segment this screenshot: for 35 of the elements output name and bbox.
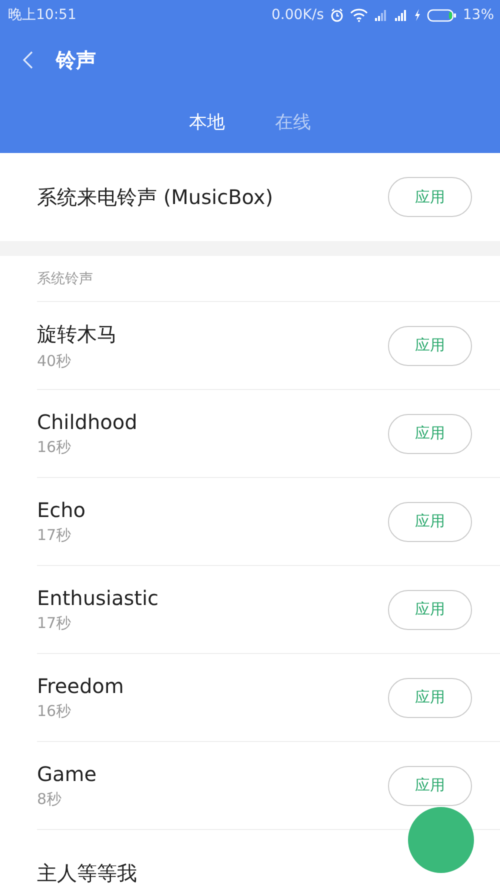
alarm-icon (330, 8, 344, 22)
ringtone-title: 旋转木马 (37, 320, 117, 348)
apply-button[interactable]: 应用 (388, 326, 472, 366)
ringtone-duration: 17秒 (37, 526, 72, 545)
ringtone-title: Enthusiastic (37, 586, 159, 610)
tab[interactable]: 本地 (189, 106, 225, 138)
signal-icon (374, 9, 388, 21)
apply-button[interactable]: 应用 (388, 766, 472, 806)
tab[interactable]: 在线 (275, 106, 311, 138)
ringtone-title: 主人等等我 (37, 860, 137, 887)
status-time: 晚上10:51 (8, 6, 76, 24)
ringtone-duration: 8秒 (37, 790, 63, 809)
apply-button[interactable]: 应用 (388, 177, 472, 217)
ringtone-duration: 16秒 (37, 702, 72, 721)
ringtone-duration: 16秒 (37, 438, 72, 457)
page-title: 铃声 (56, 46, 96, 74)
ringtone-title: Freedom (37, 674, 124, 698)
ringtone-duration: 17秒 (37, 614, 72, 633)
ringtone-title: Game (37, 762, 97, 786)
ringtone-duration: 40秒 (37, 352, 72, 370)
apply-button[interactable]: 应用 (388, 414, 472, 454)
ringtone-title: Childhood (37, 410, 138, 434)
signal-icon (394, 9, 408, 21)
charging-icon (414, 9, 421, 21)
ringtone-title: Echo (37, 498, 86, 522)
battery-level: 13% (462, 7, 494, 23)
apply-button[interactable]: 应用 (388, 590, 472, 630)
back-icon[interactable] (22, 50, 34, 70)
network-speed: 0.00K/s (272, 7, 324, 23)
wifi-icon (350, 8, 368, 22)
apply-button[interactable]: 应用 (388, 502, 472, 542)
ringtone-title: 系统来电铃声 (MusicBox) (37, 184, 274, 210)
section-title: 系统铃声 (37, 270, 93, 288)
apply-button[interactable]: 应用 (388, 678, 472, 718)
battery-icon (426, 8, 457, 22)
